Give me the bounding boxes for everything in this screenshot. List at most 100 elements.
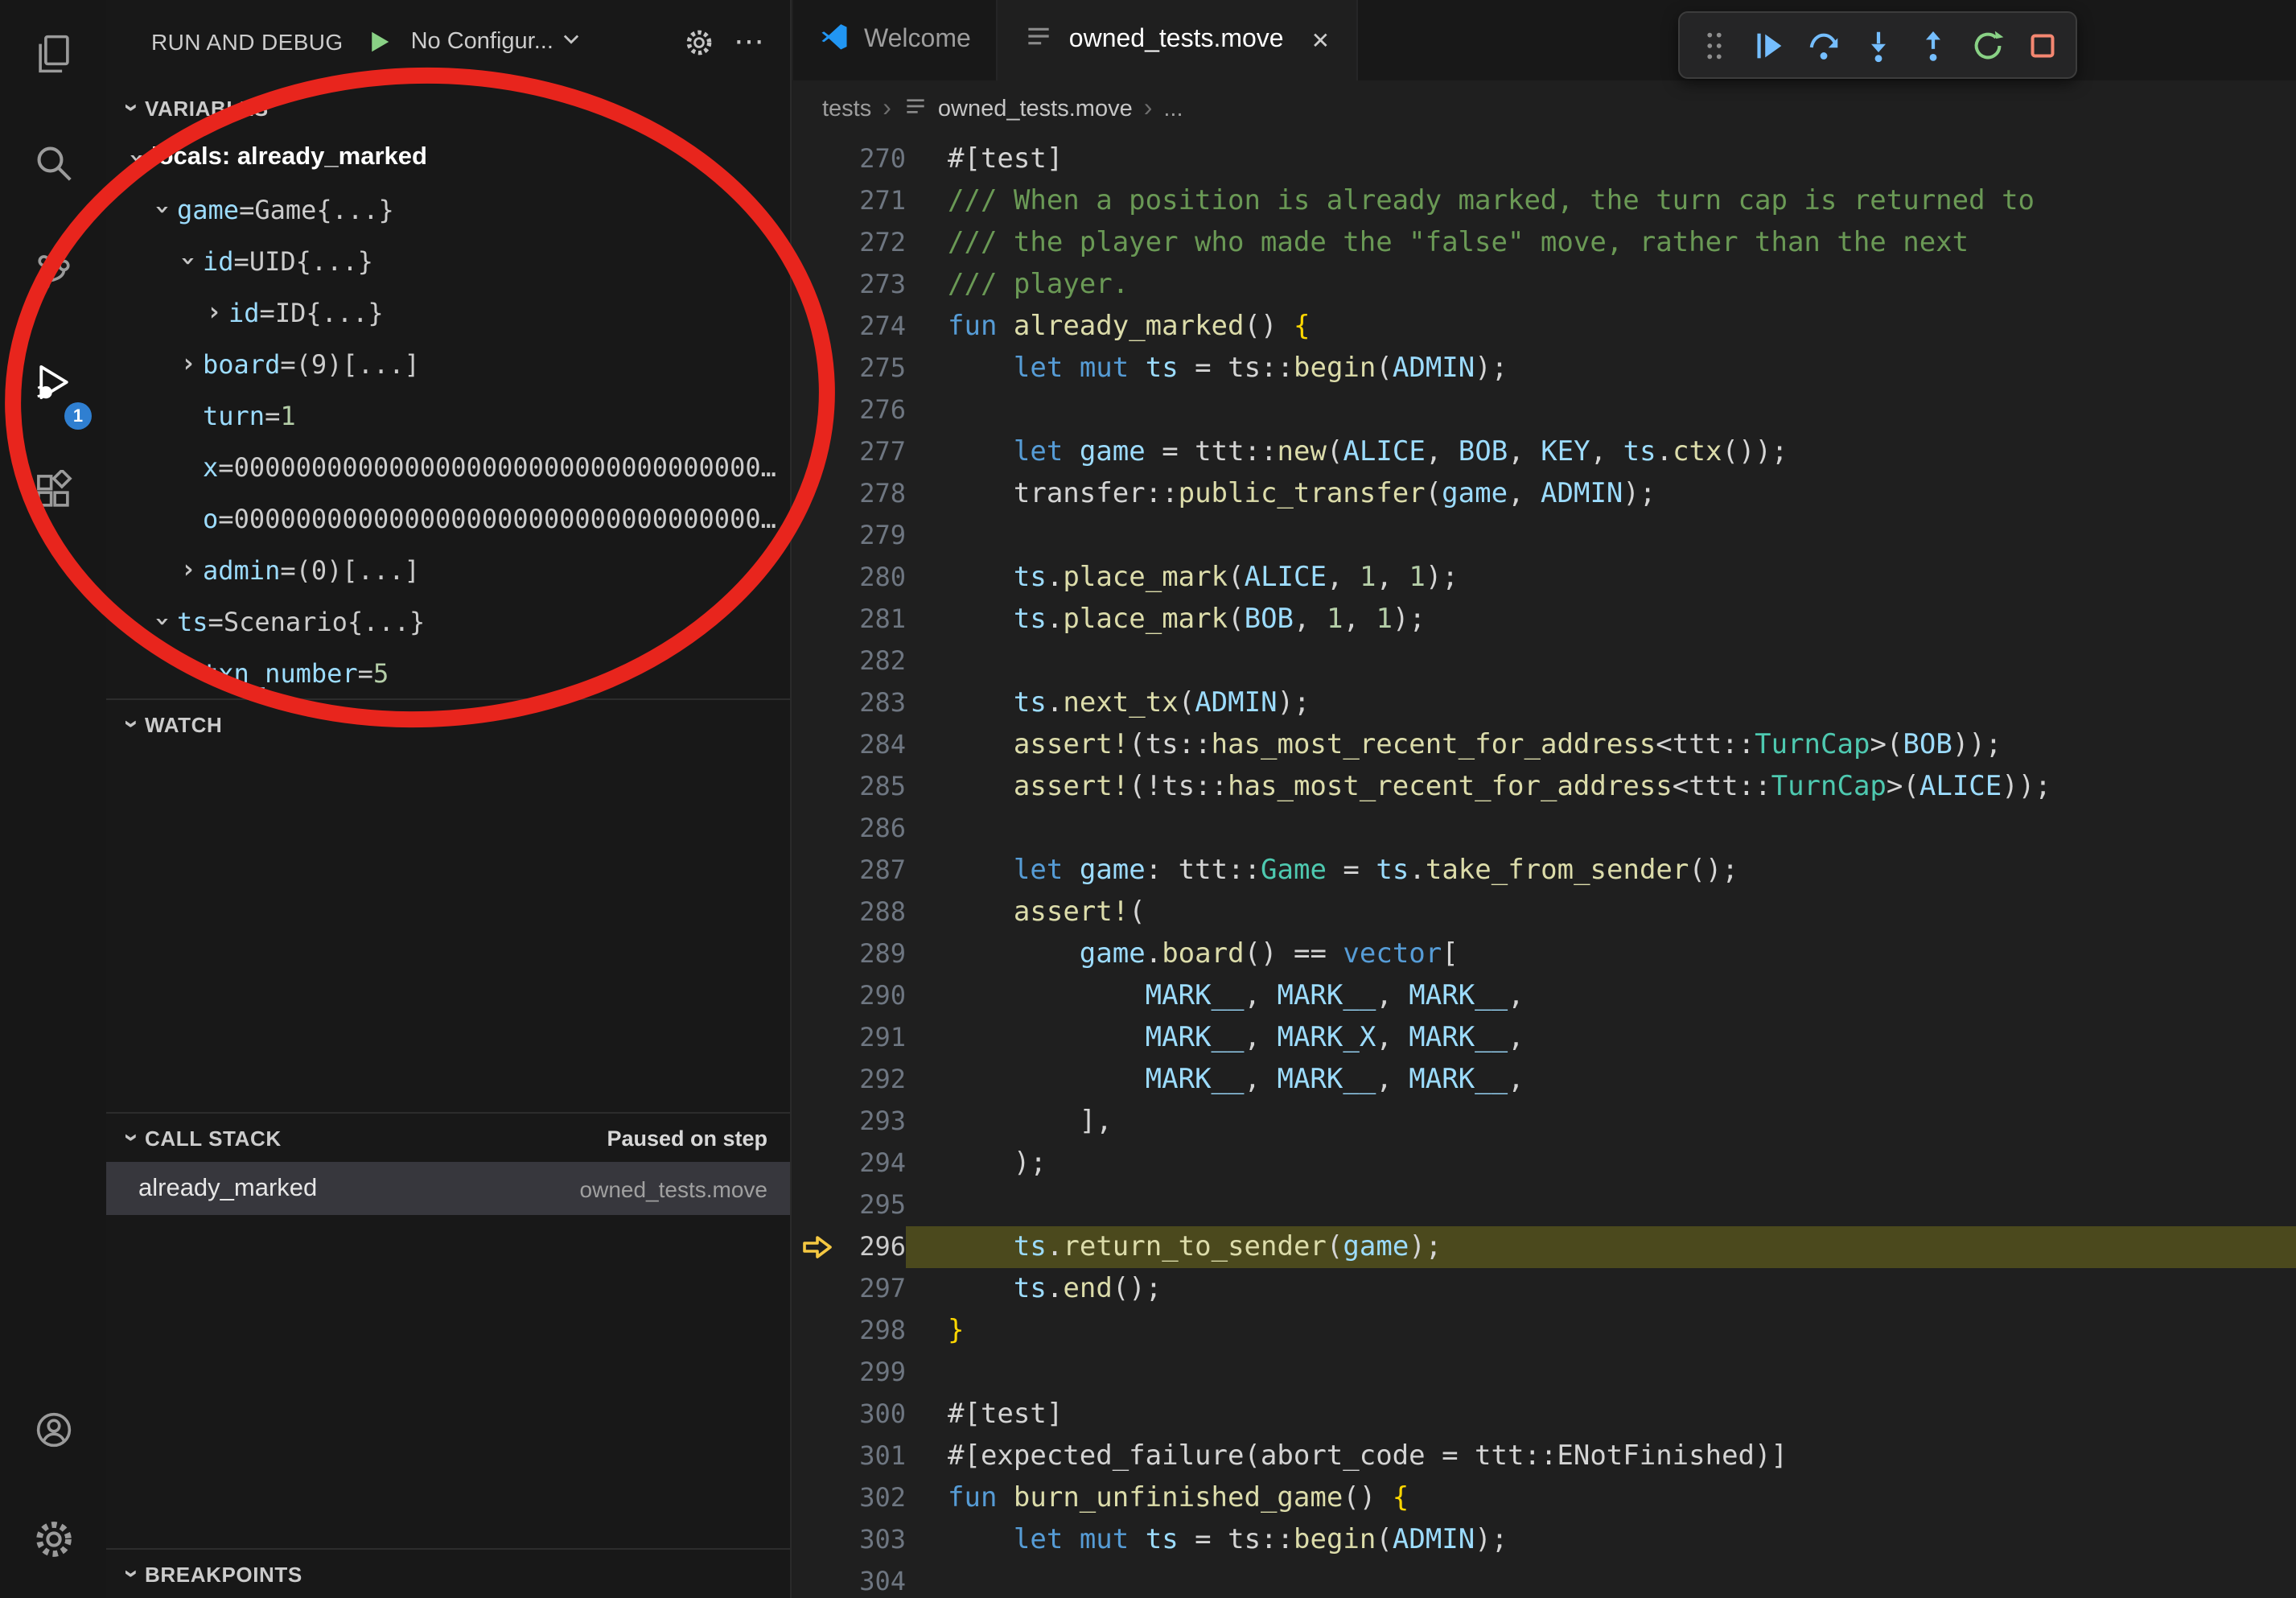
glyph-margin[interactable] <box>793 348 841 389</box>
line-number[interactable]: 295 <box>841 1184 906 1226</box>
chevron-down-icon[interactable]: › <box>175 246 201 275</box>
code-line[interactable]: 270#[test] <box>793 138 2296 180</box>
code-line[interactable]: 287 let game: ttt::Game = ts.take_from_s… <box>793 850 2296 892</box>
glyph-margin[interactable] <box>793 1561 841 1598</box>
start-debugging-button[interactable] <box>366 27 395 56</box>
chevron-down-icon[interactable]: › <box>150 607 175 636</box>
line-number[interactable]: 299 <box>841 1352 906 1394</box>
code-line[interactable]: 304 <box>793 1561 2296 1598</box>
line-number[interactable]: 296 <box>841 1226 906 1268</box>
activity-source-control[interactable] <box>0 222 106 332</box>
variable-row[interactable]: ›board = (9)[...] <box>106 338 790 389</box>
line-number[interactable]: 286 <box>841 808 906 850</box>
stop-button[interactable] <box>2014 18 2069 72</box>
code-line[interactable]: 302fun burn_unfinished_game() { <box>793 1477 2296 1519</box>
code-line[interactable]: 272/// the player who made the "false" m… <box>793 222 2296 264</box>
glyph-margin[interactable] <box>793 640 841 682</box>
step-into-button[interactable] <box>1850 18 1905 72</box>
chevron-right-icon[interactable]: › <box>200 299 228 325</box>
breadcrumb-tests[interactable]: tests <box>822 97 871 122</box>
line-number[interactable]: 274 <box>841 306 906 348</box>
code-line[interactable]: 297 ts.end(); <box>793 1268 2296 1310</box>
code-line[interactable]: 279 <box>793 515 2296 557</box>
glyph-margin[interactable] <box>793 1394 841 1435</box>
code-line[interactable]: 294 ); <box>793 1143 2296 1184</box>
line-number[interactable]: 282 <box>841 640 906 682</box>
code-line[interactable]: 277 let game = ttt::new(ALICE, BOB, KEY,… <box>793 431 2296 473</box>
code-line[interactable]: 303 let mut ts = ts::begin(ADMIN); <box>793 1519 2296 1561</box>
line-number[interactable]: 300 <box>841 1394 906 1435</box>
code-line[interactable]: 285 assert!(!ts::has_most_recent_for_add… <box>793 766 2296 808</box>
line-number[interactable]: 294 <box>841 1143 906 1184</box>
code-line[interactable]: 299 <box>793 1352 2296 1394</box>
code-line[interactable]: 288 assert!( <box>793 892 2296 933</box>
variable-row[interactable]: ›x = 00000000000000000000000000000000000… <box>106 441 790 492</box>
line-number[interactable]: 289 <box>841 933 906 975</box>
glyph-margin[interactable] <box>793 808 841 850</box>
line-number[interactable]: 275 <box>841 348 906 389</box>
current-line-arrow-icon[interactable] <box>793 1226 841 1268</box>
line-number[interactable]: 302 <box>841 1477 906 1519</box>
step-over-button[interactable] <box>1796 18 1850 72</box>
code-line[interactable]: 300#[test] <box>793 1394 2296 1435</box>
glyph-margin[interactable] <box>793 892 841 933</box>
code-line[interactable]: 271/// When a position is already marked… <box>793 180 2296 222</box>
glyph-margin[interactable] <box>793 1143 841 1184</box>
code-line[interactable]: 295 <box>793 1184 2296 1226</box>
line-number[interactable]: 288 <box>841 892 906 933</box>
tab-welcome[interactable]: Welcome <box>793 0 998 80</box>
continue-button[interactable] <box>1741 18 1796 72</box>
code-line[interactable]: 293 ], <box>793 1101 2296 1143</box>
line-number[interactable]: 276 <box>841 389 906 431</box>
tab-owned-tests-move[interactable]: owned_tests.move ✕ <box>998 0 1357 80</box>
glyph-margin[interactable] <box>793 1352 841 1394</box>
activity-extensions[interactable] <box>0 441 106 550</box>
line-number[interactable]: 277 <box>841 431 906 473</box>
line-number[interactable]: 291 <box>841 1017 906 1059</box>
code-line[interactable]: 290 MARK__, MARK__, MARK__, <box>793 975 2296 1017</box>
line-number[interactable]: 280 <box>841 557 906 599</box>
line-number[interactable]: 270 <box>841 138 906 180</box>
code-line[interactable]: 280 ts.place_mark(ALICE, 1, 1); <box>793 557 2296 599</box>
close-icon[interactable]: ✕ <box>1311 27 1330 54</box>
line-number[interactable]: 292 <box>841 1059 906 1101</box>
code-line[interactable]: 292 MARK__, MARK__, MARK__, <box>793 1059 2296 1101</box>
line-number[interactable]: 285 <box>841 766 906 808</box>
line-number[interactable]: 281 <box>841 599 906 640</box>
activity-account[interactable] <box>0 1379 106 1489</box>
variable-row[interactable]: ›ts = Scenario{...} <box>106 595 790 647</box>
call-stack-section-header[interactable]: › CALL STACK Paused on step <box>106 1112 790 1162</box>
glyph-margin[interactable] <box>793 933 841 975</box>
line-number[interactable]: 303 <box>841 1519 906 1561</box>
glyph-margin[interactable] <box>793 682 841 724</box>
glyph-margin[interactable] <box>793 599 841 640</box>
drag-handle-icon[interactable] <box>1686 18 1741 72</box>
code-line[interactable]: 273/// player. <box>793 264 2296 306</box>
glyph-margin[interactable] <box>793 1268 841 1310</box>
glyph-margin[interactable] <box>793 138 841 180</box>
code-line[interactable]: 289 game.board() == vector[ <box>793 933 2296 975</box>
line-number[interactable]: 293 <box>841 1101 906 1143</box>
line-number[interactable]: 284 <box>841 724 906 766</box>
glyph-margin[interactable] <box>793 180 841 222</box>
glyph-margin[interactable] <box>793 515 841 557</box>
line-number[interactable]: 290 <box>841 975 906 1017</box>
glyph-margin[interactable] <box>793 975 841 1017</box>
activity-explorer[interactable] <box>0 3 106 113</box>
line-number[interactable]: 298 <box>841 1310 906 1352</box>
glyph-margin[interactable] <box>793 473 841 515</box>
glyph-margin[interactable] <box>793 1017 841 1059</box>
glyph-margin[interactable] <box>793 1101 841 1143</box>
glyph-margin[interactable] <box>793 306 841 348</box>
line-number[interactable]: 304 <box>841 1561 906 1598</box>
glyph-margin[interactable] <box>793 850 841 892</box>
call-stack-frame[interactable]: already_markedowned_tests.move <box>106 1162 790 1215</box>
breadcrumb-file[interactable]: owned_tests.move <box>903 93 1133 126</box>
line-number[interactable]: 297 <box>841 1268 906 1310</box>
watch-section-header[interactable]: › WATCH <box>106 698 790 748</box>
glyph-margin[interactable] <box>793 1477 841 1519</box>
glyph-margin[interactable] <box>793 557 841 599</box>
debug-config-dropdown[interactable]: No Configur... <box>411 27 582 56</box>
code-line[interactable]: 275 let mut ts = ts::begin(ADMIN); <box>793 348 2296 389</box>
breadcrumb-symbol[interactable]: ... <box>1163 97 1183 122</box>
